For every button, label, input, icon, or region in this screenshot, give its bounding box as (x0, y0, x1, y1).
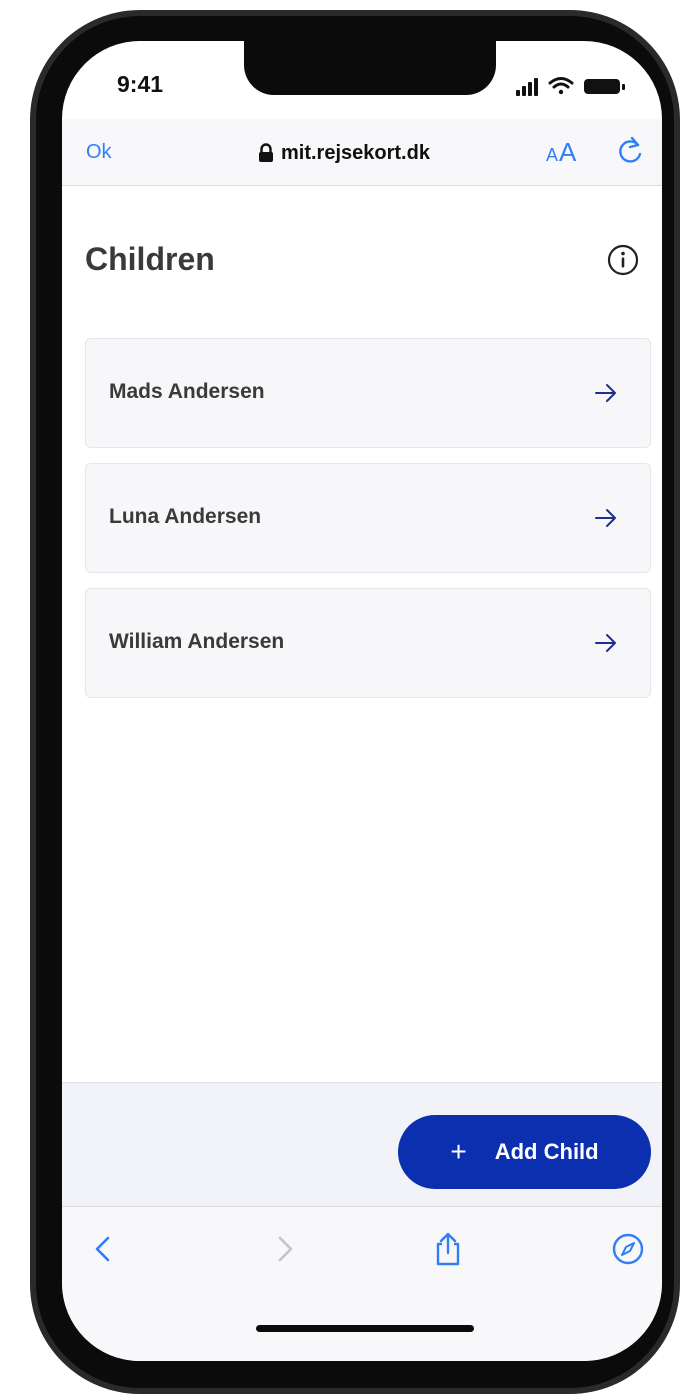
page-title: Children (85, 241, 215, 277)
share-icon[interactable] (430, 1231, 466, 1267)
compass-icon[interactable] (610, 1231, 646, 1267)
arrow-right-icon (595, 509, 616, 527)
notch (244, 41, 496, 95)
add-child-button[interactable]: + Add Child (398, 1115, 651, 1189)
plus-icon: + (450, 1136, 467, 1167)
text-size-large-label: A (559, 137, 578, 167)
forward-icon[interactable] (266, 1231, 302, 1267)
ok-button[interactable]: Ok (86, 141, 112, 164)
status-time: 9:41 (117, 71, 164, 97)
browser-toolbar (62, 1206, 662, 1361)
lock-icon (259, 143, 273, 162)
children-list: Mads Andersen Luna Andersen William Ande… (85, 338, 651, 713)
wifi-icon (548, 77, 574, 95)
url-field[interactable]: mit.rejsekort.dk (258, 140, 430, 166)
phone-screen: 9:41 Ok mit.rejsekort.dk AA Children Mad… (62, 41, 662, 1361)
arrow-right-icon (595, 634, 616, 652)
child-row-luna-andersen[interactable]: Luna Andersen (85, 463, 651, 573)
text-size-button[interactable]: AA (546, 137, 577, 168)
info-icon[interactable] (607, 244, 639, 276)
footer-bar: + Add Child (62, 1082, 662, 1207)
back-icon[interactable] (86, 1231, 122, 1267)
child-row-william-andersen[interactable]: William Andersen (85, 588, 651, 698)
home-indicator (256, 1325, 474, 1332)
child-name: Mads Andersen (109, 380, 265, 403)
arrow-right-icon (595, 384, 616, 402)
reload-icon[interactable] (615, 134, 647, 166)
url-text: mit.rejsekort.dk (281, 141, 430, 164)
child-name: William Andersen (109, 630, 285, 653)
page-content: Children Mads Andersen Luna Andersen Wil… (62, 186, 662, 1082)
add-child-label: Add Child (494, 1139, 599, 1164)
browser-address-bar: Ok mit.rejsekort.dk AA (62, 119, 662, 186)
signal-icon (516, 78, 538, 96)
child-row-mads-andersen[interactable]: Mads Andersen (85, 338, 651, 448)
text-size-small-label: A (546, 145, 560, 165)
status-icons (516, 77, 625, 96)
battery-icon (584, 79, 625, 94)
child-name: Luna Andersen (109, 505, 262, 528)
